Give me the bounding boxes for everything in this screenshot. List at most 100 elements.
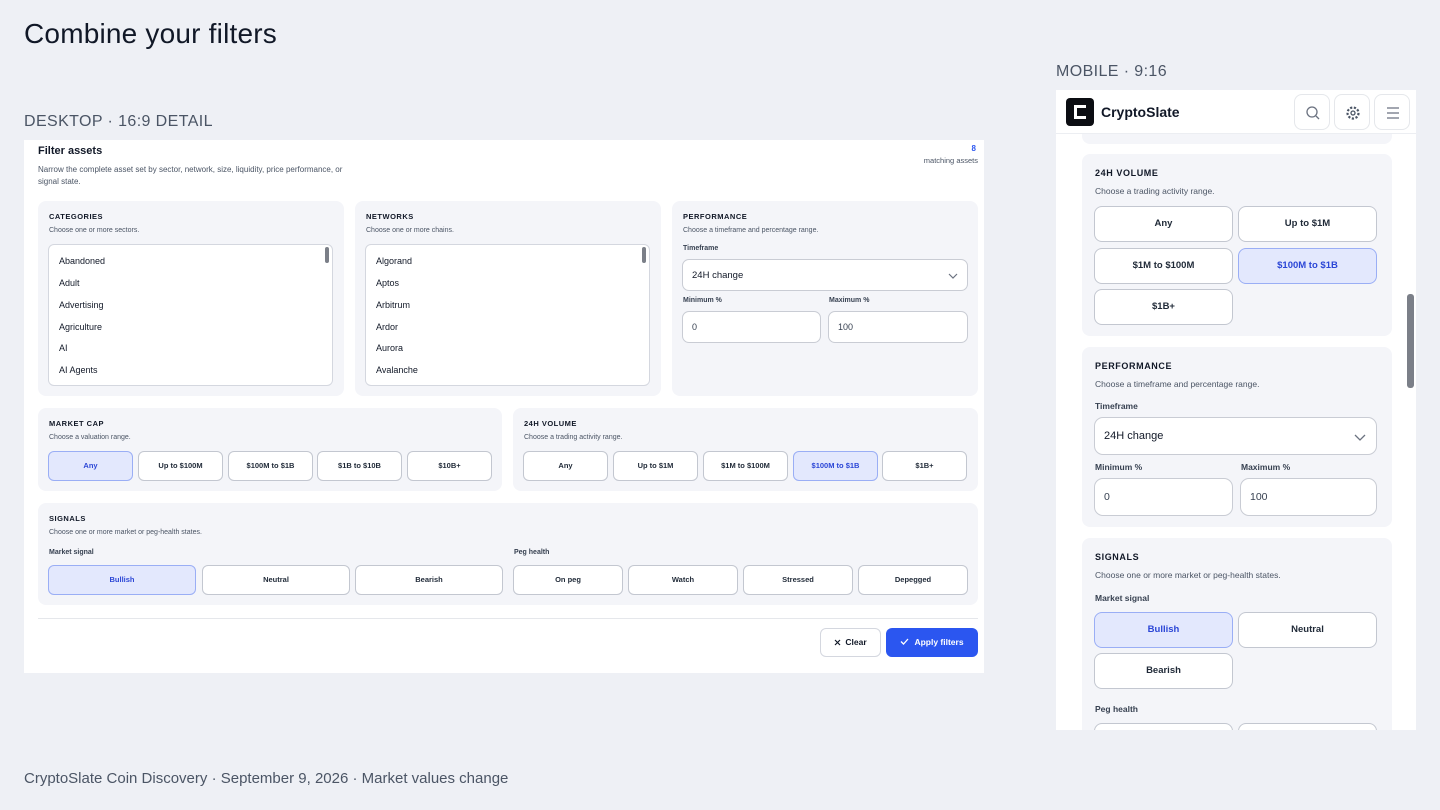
category-option[interactable]: Abandoned — [59, 256, 105, 266]
mobile-performance-desc: Choose a timeframe and percentage range. — [1095, 379, 1260, 389]
mobile-volume-option[interactable]: $1B+ — [1094, 289, 1233, 325]
signal-option-bullish[interactable]: Bullish — [48, 565, 196, 595]
market-cap-option-any[interactable]: Any — [48, 451, 133, 481]
cryptoslate-logo[interactable] — [1066, 98, 1094, 126]
mobile-signal-neutral[interactable]: Neutral — [1238, 612, 1377, 648]
volume-option[interactable]: Up to $1M — [613, 451, 698, 481]
performance-card: PERFORMANCE Choose a timeframe and perce… — [672, 201, 978, 396]
mobile-scrollbar[interactable] — [1407, 294, 1414, 388]
volume-option-selected[interactable]: $100M to $1B — [793, 451, 878, 481]
clear-button[interactable]: Clear — [820, 628, 881, 657]
network-option[interactable]: Ardor — [376, 322, 398, 332]
performance-desc: Choose a timeframe and percentage range. — [683, 227, 819, 234]
mobile-peg-option[interactable] — [1094, 723, 1233, 730]
categories-title: CATEGORIES — [49, 212, 104, 221]
category-option[interactable]: Agriculture — [59, 322, 102, 332]
networks-card: NETWORKS Choose one or more chains. Algo… — [355, 201, 661, 396]
mobile-volume-option[interactable]: $1M to $100M — [1094, 248, 1233, 284]
mobile-min-input[interactable]: 0 — [1094, 478, 1233, 516]
market-cap-option[interactable]: $100M to $1B — [228, 451, 313, 481]
signal-option-neutral[interactable]: Neutral — [202, 565, 350, 595]
networks-scrollbar[interactable] — [642, 247, 646, 263]
mobile-filter-panel: CryptoSlate 24H VOLUME Choose a trading … — [1056, 90, 1416, 730]
chevron-down-icon — [1354, 434, 1366, 441]
market-cap-title: MARKET CAP — [49, 419, 104, 428]
mobile-max-value: 100 — [1250, 491, 1268, 503]
peg-option-watch[interactable]: Watch — [628, 565, 738, 595]
network-option[interactable]: Arbitrum — [376, 300, 410, 310]
menu-button[interactable] — [1374, 94, 1410, 130]
category-option[interactable]: AI Agents — [59, 365, 98, 375]
apply-filters-button[interactable]: Apply filters — [886, 628, 978, 657]
mobile-volume-option-selected[interactable]: $100M to $1B — [1238, 248, 1377, 284]
mobile-peg-option[interactable] — [1238, 723, 1377, 730]
timeframe-value: 24H change — [692, 270, 744, 281]
brand-name[interactable]: CryptoSlate — [1101, 104, 1180, 120]
mobile-section-label: MOBILE · 9:16 — [1056, 63, 1168, 80]
mobile-volume-title: 24H VOLUME — [1095, 168, 1159, 178]
market-cap-option[interactable]: $10B+ — [407, 451, 492, 481]
volume-option[interactable]: $1B+ — [882, 451, 967, 481]
min-percent-input[interactable]: 0 — [682, 311, 821, 343]
network-option[interactable]: Algorand — [376, 256, 412, 266]
search-button[interactable] — [1294, 94, 1330, 130]
max-percent-value: 100 — [838, 322, 854, 332]
mobile-volume-desc: Choose a trading activity range. — [1095, 186, 1215, 196]
filter-description: Narrow the complete asset set by sector,… — [38, 165, 343, 186]
mobile-min-value: 0 — [1104, 491, 1110, 503]
mobile-signal-bearish[interactable]: Bearish — [1094, 653, 1233, 689]
mobile-performance-title: PERFORMANCE — [1095, 361, 1173, 371]
filter-title: Filter assets — [38, 145, 103, 157]
mobile-timeframe-label: Timeframe — [1095, 401, 1138, 411]
mobile-timeframe-value: 24H change — [1104, 430, 1164, 442]
desktop-section-label: DESKTOP · 16:9 DETAIL — [24, 113, 213, 130]
network-option[interactable]: Aurora — [376, 343, 403, 353]
timeframe-select[interactable]: 24H change — [682, 259, 968, 291]
volume-card: 24H VOLUME Choose a trading activity ran… — [513, 408, 978, 491]
mobile-volume-card: 24H VOLUME Choose a trading activity ran… — [1082, 154, 1392, 336]
volume-option[interactable]: Any — [523, 451, 608, 481]
matching-count-label: matching assets — [923, 156, 978, 165]
signals-card: SIGNALS Choose one or more market or peg… — [38, 503, 978, 605]
max-percent-input[interactable]: 100 — [828, 311, 968, 343]
apply-filters-label: Apply filters — [914, 637, 964, 647]
mobile-max-input[interactable]: 100 — [1240, 478, 1377, 516]
category-option[interactable]: AI — [59, 343, 68, 353]
category-option[interactable]: Adult — [59, 278, 80, 288]
menu-icon — [1387, 107, 1399, 119]
mobile-volume-option[interactable]: Up to $1M — [1238, 206, 1377, 242]
volume-desc: Choose a trading activity range. — [524, 434, 623, 441]
network-option[interactable]: Avalanche — [376, 365, 418, 375]
close-icon — [834, 639, 841, 645]
mobile-min-label: Minimum % — [1095, 462, 1143, 472]
networks-title: NETWORKS — [366, 212, 414, 221]
signals-desc: Choose one or more market or peg-health … — [49, 529, 202, 536]
peg-option-depegged[interactable]: Depegged — [858, 565, 968, 595]
min-percent-value: 0 — [692, 322, 698, 332]
mobile-signals-card: SIGNALS Choose one or more market or peg… — [1082, 538, 1392, 730]
mobile-signal-bullish[interactable]: Bullish — [1094, 612, 1233, 648]
market-cap-option[interactable]: Up to $100M — [138, 451, 223, 481]
networks-listbox[interactable]: Algorand Aptos Arbitrum Ardor Aurora Ava… — [365, 244, 650, 386]
mobile-volume-option[interactable]: Any — [1094, 206, 1233, 242]
mobile-timeframe-select[interactable]: 24H change — [1094, 417, 1377, 455]
networks-desc: Choose one or more chains. — [366, 227, 454, 234]
chevron-down-icon — [948, 273, 958, 279]
signal-option-bearish[interactable]: Bearish — [355, 565, 503, 595]
timeframe-label: Timeframe — [683, 245, 719, 252]
volume-option[interactable]: $1M to $100M — [703, 451, 788, 481]
search-icon — [1306, 106, 1320, 120]
market-cap-option[interactable]: $1B to $10B — [317, 451, 402, 481]
matching-count: 8 — [971, 144, 976, 153]
category-option[interactable]: Advertising — [59, 300, 104, 310]
categories-scrollbar[interactable] — [325, 247, 329, 263]
categories-card: CATEGORIES Choose one or more sectors. A… — [38, 201, 344, 396]
settings-button[interactable] — [1334, 94, 1370, 130]
peg-option-stressed[interactable]: Stressed — [743, 565, 853, 595]
network-option[interactable]: Aptos — [376, 278, 399, 288]
market-cap-card: MARKET CAP Choose a valuation range. Any… — [38, 408, 502, 491]
categories-listbox[interactable]: Abandoned Adult Advertising Agriculture … — [48, 244, 333, 386]
page-title: Combine your filters — [24, 18, 277, 49]
peg-option-on-peg[interactable]: On peg — [513, 565, 623, 595]
mobile-max-label: Maximum % — [1241, 462, 1291, 472]
